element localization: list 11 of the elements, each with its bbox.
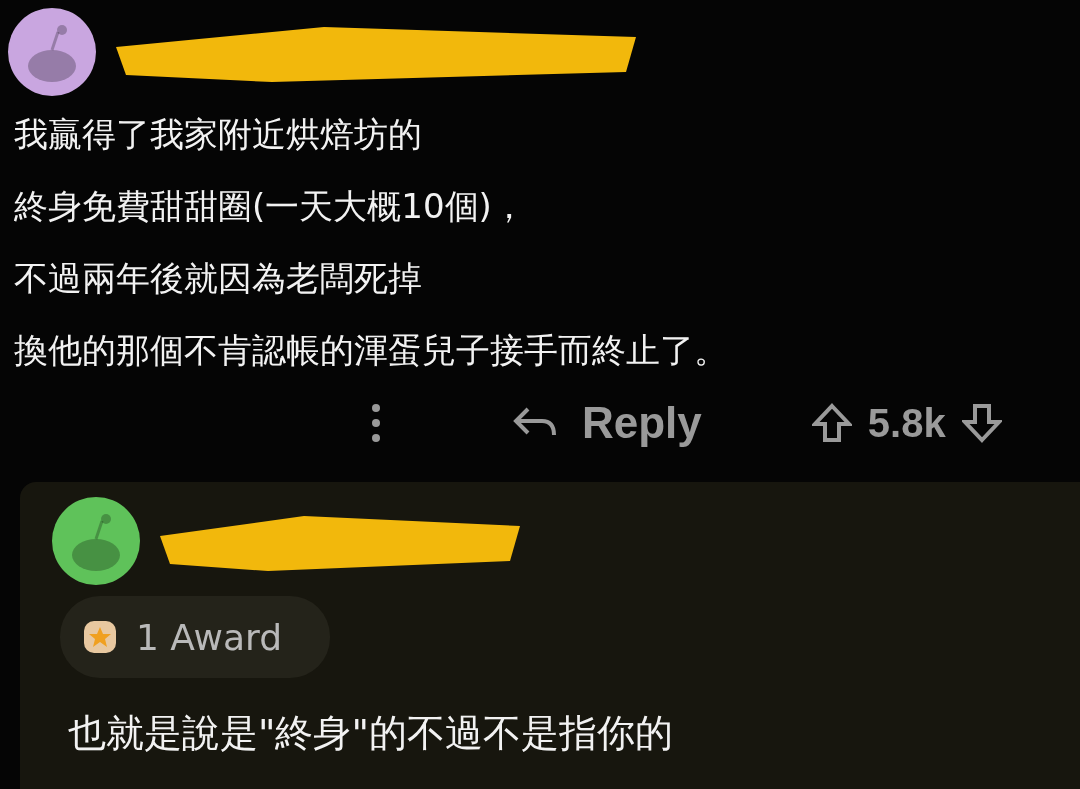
upvote-icon[interactable] [811,403,852,443]
reply-button[interactable]: Reply [512,398,702,448]
more-icon[interactable] [370,403,382,443]
comment-text-line: 不過兩年後就因為老闆死掉 [14,257,423,300]
downvote-icon[interactable] [961,403,1002,443]
comment-text-line: 換他的那個不肯認帳的渾蛋兒子接手而終止了。 [14,329,729,372]
award-count: 1 Award [136,616,283,658]
comment-text-line: 終身免費甜甜圈(一天大概10個)， [14,185,527,228]
comment-text-line: 我贏得了我家附近烘焙坊的 [14,113,423,156]
reply-text: 也就是說是"終身"的不過不是指你的 [68,710,674,757]
vote-score: 5.8k [867,400,946,446]
